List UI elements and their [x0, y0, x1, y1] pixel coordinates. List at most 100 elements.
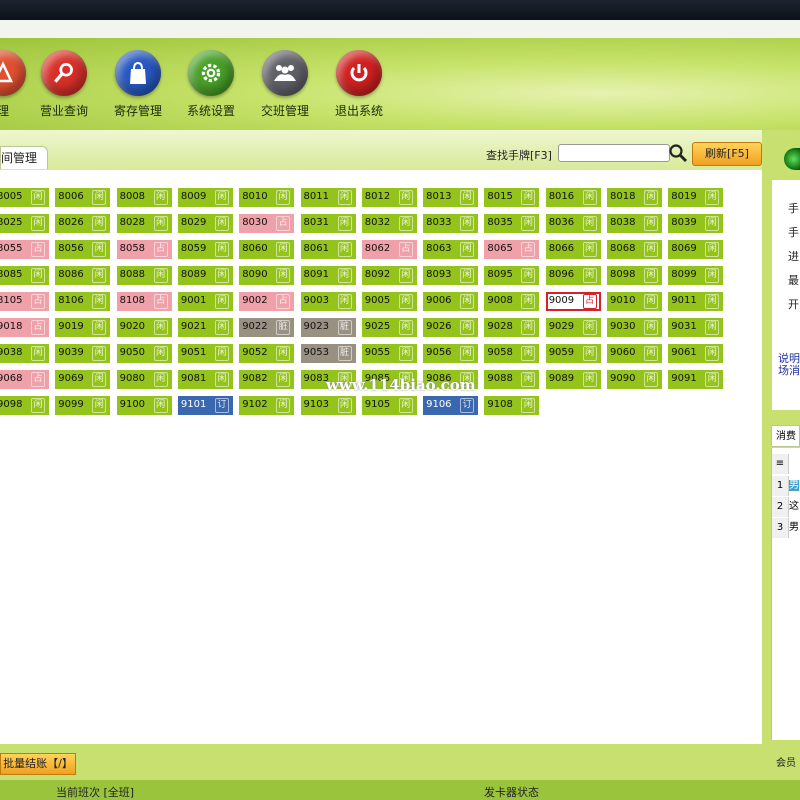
room-tile[interactable]: 8099 闲 [668, 266, 724, 285]
room-tile[interactable]: 9051 闲 [177, 344, 233, 363]
toolbar-button-1[interactable]: 营业查询 [33, 50, 95, 119]
room-tile[interactable]: 9001 闲 [177, 292, 233, 311]
room-tile[interactable]: 9028 闲 [484, 318, 540, 337]
room-tile[interactable]: 9023 脏 [300, 318, 356, 337]
room-tile[interactable]: 9090 闲 [607, 370, 662, 389]
room-tile[interactable]: 9055 闲 [361, 344, 417, 363]
room-tile[interactable]: 9018 占 [0, 318, 49, 337]
toolbar-button-5[interactable]: 退出系统 [328, 50, 390, 119]
room-tile[interactable]: 8090 闲 [239, 266, 295, 285]
toolbar-button-2[interactable]: 寄存管理 [107, 50, 169, 119]
room-tile[interactable]: 8060 闲 [239, 240, 295, 259]
room-tile[interactable]: 8035 闲 [484, 214, 540, 233]
room-tile[interactable]: 8063 闲 [423, 240, 479, 259]
room-tile[interactable]: 8061 闲 [300, 240, 356, 259]
room-tile[interactable]: 9058 闲 [484, 344, 540, 363]
refresh-button[interactable]: 刷新[F5] [692, 142, 762, 166]
room-tile[interactable]: 8058 占 [116, 240, 172, 259]
tab-room-management[interactable]: 间管理 [0, 146, 49, 169]
room-tile[interactable]: 8005 闲 [0, 188, 49, 207]
room-tile[interactable]: 8095 闲 [484, 266, 540, 285]
room-tile[interactable]: 9098 闲 [0, 396, 49, 415]
room-tile[interactable]: 8025 闲 [0, 214, 49, 233]
room-tile[interactable]: 9091 闲 [668, 370, 724, 389]
room-tile[interactable]: 9008 闲 [484, 292, 540, 311]
room-tile[interactable]: 9052 闲 [239, 344, 295, 363]
tab-consumption-details[interactable]: 消费明 [771, 425, 800, 464]
table-row[interactable]: 1男 [772, 476, 800, 496]
room-tile[interactable]: 9068 占 [0, 370, 49, 389]
room-tile[interactable]: 8006 闲 [55, 188, 111, 207]
room-tile[interactable]: 9009 占 [545, 292, 601, 311]
room-tile[interactable]: 9080 闲 [116, 370, 172, 389]
room-tile[interactable]: 9029 闲 [545, 318, 601, 337]
room-tile[interactable]: 9089 闲 [545, 370, 601, 389]
room-tile[interactable]: 8008 闲 [116, 188, 172, 207]
room-tile[interactable]: 8089 闲 [177, 266, 233, 285]
toolbar-button-3[interactable]: 系统设置 [180, 50, 242, 119]
room-tile[interactable]: 9053 脏 [300, 344, 356, 363]
room-tile[interactable]: 8026 闲 [55, 214, 111, 233]
room-tile[interactable]: 8055 占 [0, 240, 49, 259]
room-tile[interactable]: 9060 闲 [607, 344, 662, 363]
room-tile[interactable]: 9101 订 [177, 396, 233, 415]
room-tile[interactable]: 9106 订 [423, 396, 479, 415]
room-tile[interactable]: 8009 闲 [177, 188, 233, 207]
room-tile[interactable]: 8106 闲 [55, 292, 111, 311]
room-tile[interactable]: 9102 闲 [239, 396, 295, 415]
room-tile[interactable]: 9010 闲 [607, 292, 662, 311]
room-tile[interactable]: 8016 闲 [545, 188, 601, 207]
room-tile[interactable]: 8108 占 [116, 292, 172, 311]
room-tile[interactable]: 9100 闲 [116, 396, 172, 415]
room-tile[interactable]: 8086 闲 [55, 266, 111, 285]
room-tile[interactable]: 9061 闲 [668, 344, 724, 363]
room-tile[interactable]: 8031 闲 [300, 214, 356, 233]
room-tile[interactable]: 8032 闲 [361, 214, 417, 233]
room-tile[interactable]: 8029 闲 [177, 214, 233, 233]
hand-tag-search-input[interactable] [558, 144, 670, 162]
room-tile[interactable]: 8028 闲 [116, 214, 172, 233]
room-tile[interactable]: 9020 闲 [116, 318, 172, 337]
room-tile[interactable]: 8012 闲 [361, 188, 417, 207]
room-tile[interactable]: 8013 闲 [423, 188, 479, 207]
room-tile[interactable]: 8019 闲 [668, 188, 724, 207]
room-tile[interactable]: 9081 闲 [177, 370, 233, 389]
room-tile[interactable]: 8068 闲 [607, 240, 662, 259]
room-tile[interactable]: 9002 占 [239, 292, 295, 311]
room-tile[interactable]: 8096 闲 [545, 266, 601, 285]
room-tile[interactable]: 9069 闲 [55, 370, 111, 389]
room-tile[interactable]: 8010 闲 [239, 188, 295, 207]
room-tile[interactable]: 8092 闲 [361, 266, 417, 285]
room-tile[interactable]: 9006 闲 [423, 292, 479, 311]
room-tile[interactable]: 8098 闲 [607, 266, 662, 285]
room-tile[interactable]: 9005 闲 [361, 292, 417, 311]
table-row[interactable]: 2这 [772, 497, 800, 517]
room-tile[interactable]: 8033 闲 [423, 214, 479, 233]
room-tile[interactable]: 8036 闲 [545, 214, 601, 233]
room-tile[interactable]: 9050 闲 [116, 344, 172, 363]
toolbar-button-4[interactable]: 交班管理 [254, 50, 316, 119]
room-tile[interactable]: 9030 闲 [607, 318, 662, 337]
room-tile[interactable]: 9088 闲 [484, 370, 540, 389]
room-tile[interactable]: 8038 闲 [607, 214, 662, 233]
room-tile[interactable]: 9108 闲 [484, 396, 540, 415]
room-tile[interactable]: 9026 闲 [423, 318, 479, 337]
room-tile[interactable]: 9099 闲 [55, 396, 111, 415]
room-tile[interactable]: 8015 闲 [484, 188, 540, 207]
toolbar-button-0[interactable]: 理 [0, 50, 34, 119]
room-tile[interactable]: 8030 占 [239, 214, 295, 233]
room-tile[interactable]: 9022 脏 [239, 318, 295, 337]
room-tile[interactable]: 8018 闲 [607, 188, 662, 207]
room-tile[interactable]: 9038 闲 [0, 344, 49, 363]
room-tile[interactable]: 9019 闲 [55, 318, 111, 337]
search-icon[interactable] [668, 143, 688, 163]
batch-checkout-button[interactable]: 批量结账【/】 [0, 753, 76, 775]
room-tile[interactable]: 8091 闲 [300, 266, 356, 285]
room-tile[interactable]: 8062 占 [361, 240, 417, 259]
room-tile[interactable]: 9082 闲 [239, 370, 295, 389]
room-tile[interactable]: 9056 闲 [423, 344, 479, 363]
room-tile[interactable]: 8065 占 [484, 240, 540, 259]
room-tile[interactable]: 9025 闲 [361, 318, 417, 337]
room-tile[interactable]: 8059 闲 [177, 240, 233, 259]
room-tile[interactable]: 9103 闲 [300, 396, 356, 415]
